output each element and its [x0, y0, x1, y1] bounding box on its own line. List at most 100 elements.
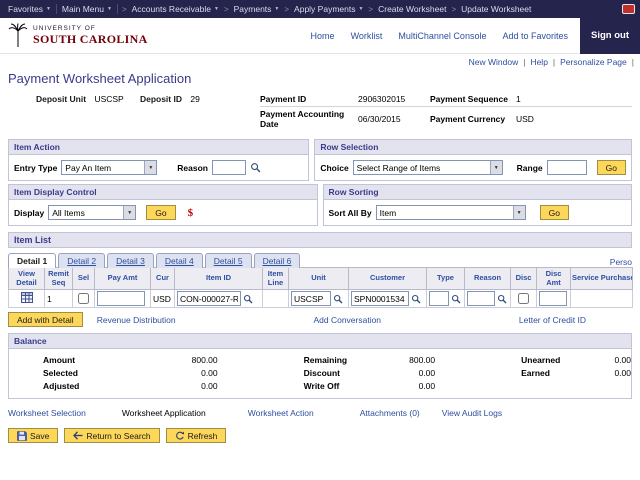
tab-detail-1[interactable]: Detail 1	[8, 253, 56, 268]
attachments-link[interactable]: Attachments (0)	[360, 408, 420, 418]
help-link[interactable]: Help	[530, 57, 547, 67]
display-select[interactable]: All Items ▼	[48, 205, 136, 220]
payment-date-row: Payment Accounting Date 06/30/2015 Payme…	[260, 107, 632, 131]
customer-input[interactable]	[351, 291, 409, 306]
item-list-tabs: Detail 1 Detail 2 Detail 3 Detail 4 Deta…	[8, 252, 632, 267]
save-label: Save	[30, 431, 49, 441]
disc-amt-input[interactable]	[539, 291, 567, 306]
item-display-control-header: Item Display Control	[9, 185, 317, 200]
sort-all-by-select[interactable]: Item ▼	[376, 205, 526, 220]
breadcrumb-favorites[interactable]: Favorites ▼	[8, 4, 51, 14]
dropdown-arrow-icon: ▼	[123, 206, 135, 219]
add-with-detail-button[interactable]: Add with Detail	[8, 312, 83, 327]
payment-worksheet-page: Favorites ▼ Main Menu ▼ > Accounts Recei…	[0, 0, 640, 480]
payment-id-value: 2906302015	[358, 94, 430, 104]
reason-lookup-icon[interactable]	[250, 162, 261, 173]
new-window-link[interactable]: New Window	[469, 57, 519, 67]
worksheet-nav-links: Worksheet Selection Worksheet Applicatio…	[8, 408, 632, 418]
add-conversation-link[interactable]: Add Conversation	[313, 315, 381, 325]
row-sorting-body: Sort All By Item ▼ Go	[324, 200, 632, 225]
unearned-value: 0.00	[614, 355, 631, 365]
notification-icon[interactable]	[622, 4, 635, 14]
multichannel-console-link[interactable]: MultiChannel Console	[398, 31, 486, 41]
entry-type-select[interactable]: Pay An Item ▼	[61, 160, 157, 175]
breadcrumb-item-label: Update Worksheet	[461, 4, 531, 14]
view-detail-icon[interactable]	[21, 292, 33, 303]
worklist-link[interactable]: Worklist	[351, 31, 383, 41]
col-customer: Customer	[349, 268, 427, 290]
type-input[interactable]	[429, 291, 449, 306]
select-checkbox[interactable]	[78, 293, 89, 304]
tab-detail-4[interactable]: Detail 4	[156, 253, 203, 268]
currency-conversion-icon[interactable]: $	[188, 207, 194, 219]
pay-amt-input[interactable]	[97, 291, 145, 306]
customer-lookup-icon[interactable]	[411, 294, 421, 304]
home-link[interactable]: Home	[311, 31, 335, 41]
col-service-purchase: Service Purchase	[571, 268, 633, 290]
tab-detail-2[interactable]: Detail 2	[58, 253, 105, 268]
sign-out-button[interactable]: Sign out	[580, 18, 640, 54]
unearned-label: Unearned	[521, 355, 560, 365]
breadcrumb-item-create-worksheet[interactable]: Create Worksheet	[378, 4, 446, 14]
logo-text: UNIVERSITY OF SOUTH CAROLINA	[33, 25, 148, 47]
chevron-down-icon: ▼	[107, 6, 112, 12]
breadcrumb-item-payments[interactable]: Payments ▼	[234, 4, 280, 14]
payment-id-row: Payment ID 2906302015 Payment Sequence 1	[260, 92, 632, 107]
usc-logo: UNIVERSITY OF SOUTH CAROLINA	[0, 23, 148, 49]
balance-row: Adjusted 0.00 Write Off 0.00	[9, 379, 631, 392]
view-audit-logs-link[interactable]: View Audit Logs	[442, 408, 502, 418]
balance-row: Amount 800.00 Remaining 800.00 Unearned …	[9, 353, 631, 366]
breadcrumb-item-update-worksheet[interactable]: Update Worksheet	[461, 4, 531, 14]
reason-row-input[interactable]	[467, 291, 495, 306]
item-display-go-button[interactable]: Go	[146, 205, 175, 220]
type-lookup-icon[interactable]	[451, 294, 461, 304]
worksheet-application-current: Worksheet Application	[122, 408, 206, 418]
item-display-control-groupbox: Item Display Control Display All Items ▼…	[8, 184, 318, 226]
save-button[interactable]: Save	[8, 428, 58, 443]
range-label: Range	[517, 163, 543, 173]
return-to-search-button[interactable]: Return to Search	[64, 428, 159, 443]
personalize-link[interactable]: Perso	[610, 257, 632, 267]
payment-currency-label: Payment Currency	[430, 114, 516, 124]
col-disc: Disc	[511, 268, 537, 290]
dropdown-arrow-icon: ▼	[490, 161, 502, 174]
item-id-lookup-icon[interactable]	[243, 294, 253, 304]
reason-lookup-icon[interactable]	[497, 294, 507, 304]
remit-seq-cell: 1	[45, 290, 73, 308]
worksheet-action-link[interactable]: Worksheet Action	[248, 408, 314, 418]
display-value: All Items	[49, 206, 88, 219]
disc-checkbox[interactable]	[518, 293, 529, 304]
tab-detail-3[interactable]: Detail 3	[107, 253, 154, 268]
range-input[interactable]	[547, 160, 587, 175]
grid-actions-left: Add with Detail Revenue Distribution	[8, 312, 176, 327]
refresh-button[interactable]: Refresh	[166, 428, 227, 443]
col-item-line: Item Line	[263, 268, 289, 290]
reason-input[interactable]	[212, 160, 246, 175]
balance-body: Amount 800.00 Remaining 800.00 Unearned …	[9, 349, 631, 398]
choice-label: Choice	[320, 163, 348, 173]
personalize-page-link[interactable]: Personalize Page	[560, 57, 627, 67]
deposit-id-value: 29	[190, 94, 199, 104]
row-selection-groupbox: Row Selection Choice Select Range of Ite…	[314, 139, 632, 181]
add-to-favorites-link[interactable]: Add to Favorites	[502, 31, 568, 41]
tab-detail-5[interactable]: Detail 5	[205, 253, 252, 268]
breadcrumb-item-label: Payments	[234, 4, 272, 14]
breadcrumb-item-accounts-receivable[interactable]: Accounts Receivable ▼	[132, 4, 219, 14]
row-sorting-go-button[interactable]: Go	[540, 205, 569, 220]
page-links-separator: |	[632, 57, 634, 67]
breadcrumb-item-apply-payments[interactable]: Apply Payments ▼	[294, 4, 363, 14]
unit-input[interactable]	[291, 291, 331, 306]
page-links: New Window | Help | Personalize Page |	[0, 54, 640, 68]
revenue-distribution-link[interactable]: Revenue Distribution	[97, 315, 176, 325]
grid-actions: Add with Detail Revenue Distribution Add…	[8, 312, 632, 327]
worksheet-selection-link[interactable]: Worksheet Selection	[8, 408, 86, 418]
breadcrumb-main-menu[interactable]: Main Menu ▼	[62, 4, 112, 14]
item-action-header: Item Action	[9, 140, 308, 155]
choice-select[interactable]: Select Range of Items ▼	[353, 160, 503, 175]
unit-lookup-icon[interactable]	[333, 294, 343, 304]
tab-detail-6[interactable]: Detail 6	[254, 253, 301, 268]
university-of-label: UNIVERSITY OF	[33, 25, 148, 32]
row-selection-go-button[interactable]: Go	[597, 160, 626, 175]
item-id-input[interactable]	[177, 291, 241, 306]
letter-of-credit-link[interactable]: Letter of Credit ID	[519, 315, 586, 325]
